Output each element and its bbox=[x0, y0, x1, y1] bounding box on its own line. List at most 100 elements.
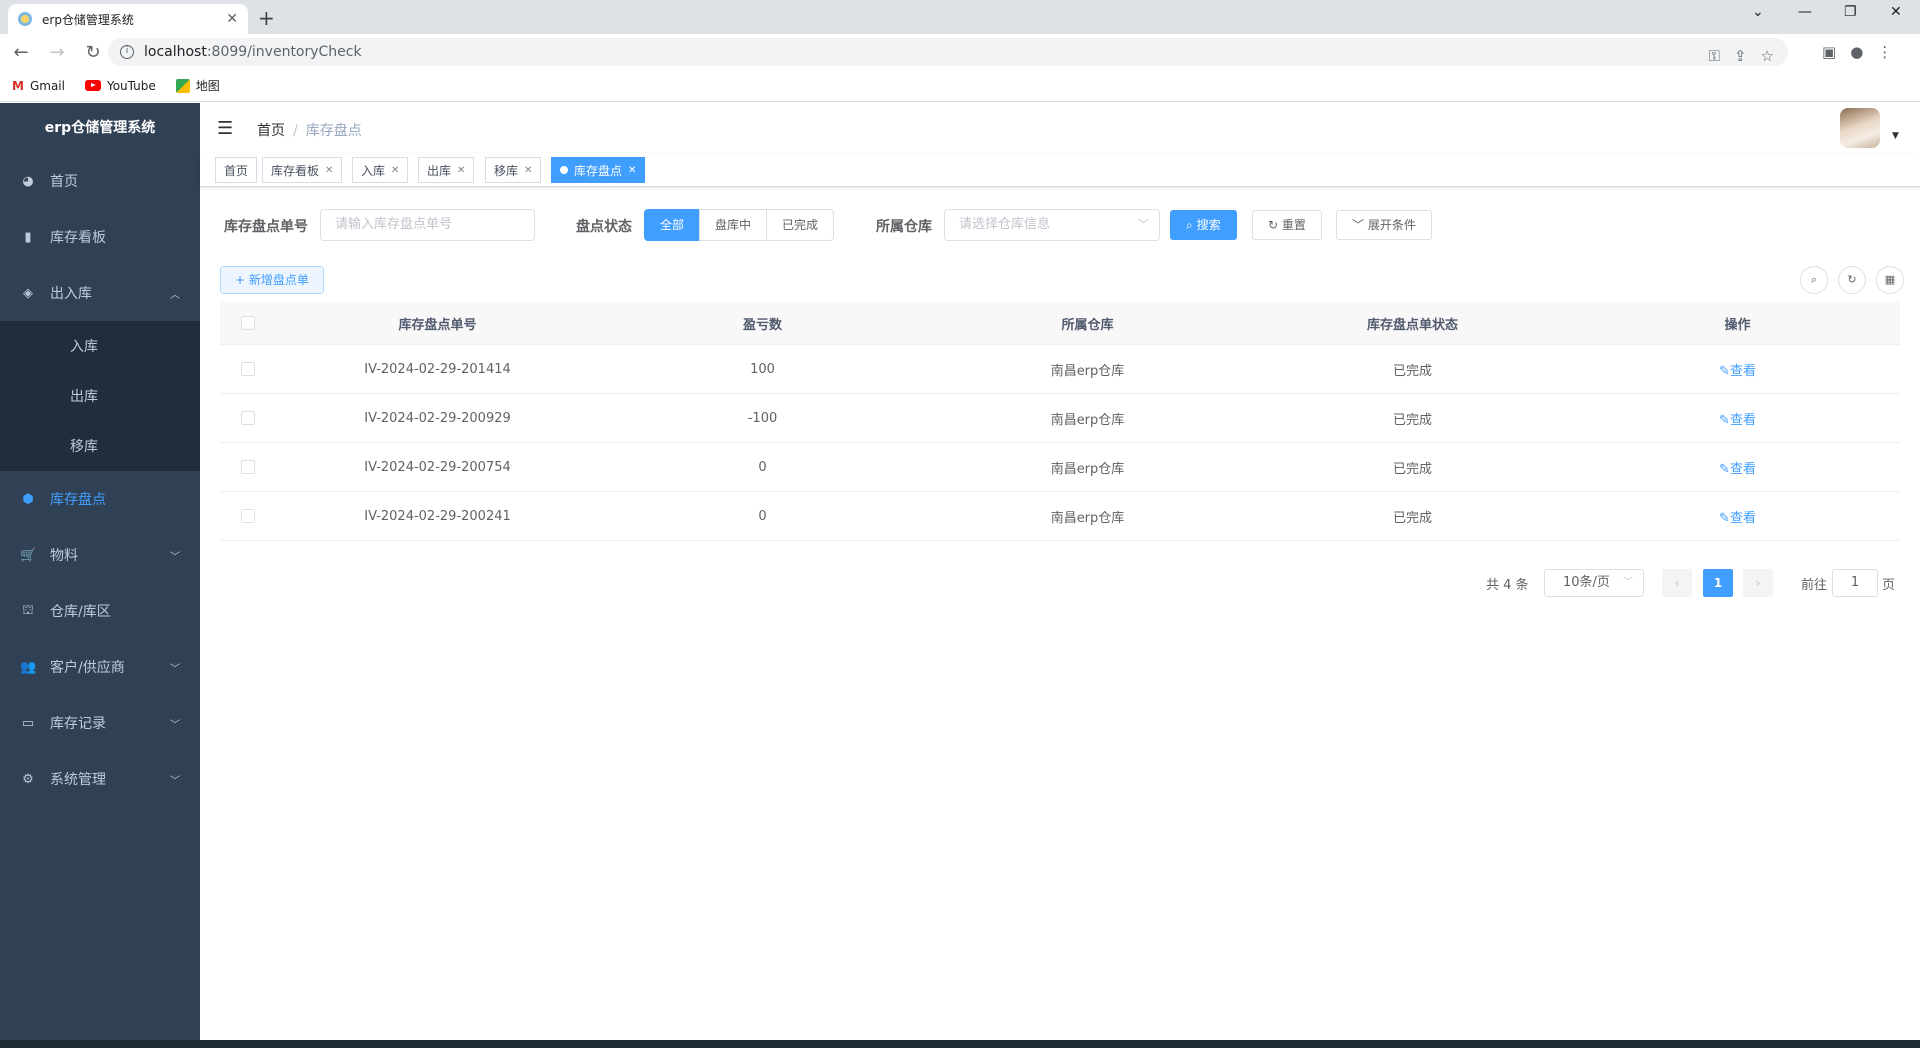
close-icon[interactable]: ✕ bbox=[325, 165, 333, 176]
tag-stock-board[interactable]: 库存看板 ✕ bbox=[262, 157, 343, 183]
tag-inbound[interactable]: 入库 ✕ bbox=[352, 157, 409, 183]
minimize-icon[interactable]: — bbox=[1798, 4, 1812, 20]
cell-warehouse: 南昌erp仓库 bbox=[1050, 510, 1125, 526]
sidebar-item-transfer[interactable]: 移库 bbox=[0, 421, 200, 471]
edit-icon: ✎ bbox=[1719, 461, 1730, 477]
next-page-button[interactable]: › bbox=[1743, 569, 1773, 597]
warehouse-select[interactable]: 请选择仓库信息 ﹀ bbox=[944, 209, 1160, 241]
bookmark-maps[interactable]: 地图 bbox=[175, 77, 220, 94]
view-button[interactable]: ✎查看 bbox=[1575, 458, 1900, 477]
header-actions: 操作 bbox=[1724, 317, 1751, 333]
status-option-done[interactable]: 已完成 bbox=[766, 209, 835, 241]
sidebar-item-in-out[interactable]: ◈ 出入库 ︿ bbox=[0, 265, 200, 321]
new-tab-icon[interactable]: + bbox=[258, 6, 275, 30]
close-icon[interactable]: ✕ bbox=[524, 165, 532, 176]
reset-button[interactable]: ↻ 重置 bbox=[1252, 210, 1322, 240]
bookmark-gmail[interactable]: M Gmail bbox=[12, 79, 65, 93]
row-checkbox[interactable] bbox=[240, 509, 255, 523]
window-close-icon[interactable]: ✕ bbox=[1890, 4, 1902, 20]
browser-tab[interactable]: erp仓储管理系统 ✕ bbox=[8, 4, 248, 34]
side-panel-icon[interactable]: ▣ bbox=[1822, 43, 1836, 61]
cell-status: 已完成 bbox=[1392, 461, 1432, 477]
tag-outbound[interactable]: 出库 ✕ bbox=[418, 157, 475, 183]
caret-down-icon[interactable]: ▼ bbox=[1892, 131, 1899, 141]
sidebar-item-inbound[interactable]: 入库 bbox=[0, 321, 200, 371]
sidebar-item-customers-suppliers[interactable]: 👥 客户/供应商 ﹀ bbox=[0, 639, 200, 695]
tab-title: erp仓储管理系统 bbox=[42, 12, 134, 27]
row-checkbox[interactable] bbox=[240, 362, 255, 376]
page-number-button[interactable]: 1 bbox=[1703, 569, 1733, 597]
tag-transfer[interactable]: 移库 ✕ bbox=[485, 157, 542, 183]
close-icon[interactable]: ✕ bbox=[457, 165, 465, 176]
expand-conditions-button[interactable]: ﹀ 展开条件 bbox=[1336, 210, 1432, 240]
url-text: localhost:8099/inventoryCheck bbox=[144, 44, 362, 60]
cart-icon: 🛒 bbox=[20, 547, 37, 563]
sidebar-item-warehouse[interactable]: ⛫ 仓库/库区 bbox=[0, 583, 200, 639]
add-check-button[interactable]: + 新增盘点单 bbox=[220, 266, 324, 294]
columns-button[interactable]: ▦ bbox=[1876, 266, 1904, 294]
edit-icon: ✎ bbox=[1719, 363, 1730, 379]
header-check-no: 库存盘点单号 bbox=[398, 317, 477, 333]
key-icon[interactable]: ⚿ bbox=[1709, 47, 1720, 65]
chevron-right-icon: › bbox=[1755, 576, 1761, 590]
row-checkbox[interactable] bbox=[240, 411, 255, 425]
refresh-button[interactable]: ↻ bbox=[1838, 266, 1866, 294]
chevron-up-icon: ︿ bbox=[170, 289, 180, 301]
close-tab-icon[interactable]: ✕ bbox=[226, 11, 238, 27]
gmail-icon: M bbox=[12, 78, 24, 93]
toggle-search-button[interactable]: ⌕ bbox=[1800, 266, 1828, 294]
bookmark-star-icon[interactable]: ☆ bbox=[1761, 47, 1774, 65]
plus-icon: + bbox=[235, 273, 246, 287]
breadcrumb-home[interactable]: 首页 bbox=[257, 123, 285, 139]
pagination-total: 共 4 条 bbox=[1486, 578, 1529, 593]
sidebar-item-system[interactable]: ⚙ 系统管理 ﹀ bbox=[0, 751, 200, 807]
sidebar-item-inventory-check[interactable]: ⬢ 库存盘点 bbox=[0, 471, 200, 527]
share-icon[interactable]: ⇪ bbox=[1734, 47, 1747, 65]
active-dot-icon bbox=[560, 166, 568, 174]
view-button[interactable]: ✎查看 bbox=[1575, 360, 1900, 379]
restore-icon[interactable]: ❐ bbox=[1844, 4, 1857, 20]
sidebar-item-home[interactable]: ◕ 首页 bbox=[0, 153, 200, 209]
header-status: 库存盘点单状态 bbox=[1366, 317, 1458, 333]
select-all-checkbox[interactable] bbox=[240, 316, 255, 330]
close-icon[interactable]: ✕ bbox=[391, 165, 399, 176]
sidebar-item-materials[interactable]: 🛒 物料 ﹀ bbox=[0, 527, 200, 583]
users-icon: 👥 bbox=[20, 659, 37, 675]
avatar[interactable] bbox=[1840, 108, 1880, 148]
search-button[interactable]: ⌕ 搜索 bbox=[1170, 210, 1237, 240]
page-size-select[interactable]: 10条/页 ﹀ bbox=[1544, 569, 1644, 597]
url-input[interactable]: i localhost:8099/inventoryCheck ⚿ ⇪ ☆ bbox=[108, 38, 1788, 66]
status-radio-group: 全部 盘库中 已完成 bbox=[644, 209, 835, 241]
back-icon[interactable]: ← bbox=[6, 42, 36, 63]
view-button[interactable]: ✎查看 bbox=[1575, 409, 1900, 428]
browser-tab-strip: erp仓储管理系统 ✕ + ⌄ — ❐ ✕ bbox=[0, 0, 1920, 34]
hamburger-icon[interactable]: ☰ bbox=[217, 118, 233, 139]
row-checkbox[interactable] bbox=[240, 460, 255, 474]
sidebar-item-stock-records[interactable]: ▭ 库存记录 ﹀ bbox=[0, 695, 200, 751]
sidebar-item-stock-board[interactable]: ▮ 库存看板 bbox=[0, 209, 200, 265]
profile-icon[interactable]: ● bbox=[1850, 43, 1863, 61]
site-info-icon[interactable]: i bbox=[120, 45, 134, 59]
cell-warehouse: 南昌erp仓库 bbox=[1050, 363, 1125, 379]
forward-icon[interactable]: → bbox=[42, 42, 72, 63]
check-no-input[interactable]: 请输入库存盘点单号 bbox=[320, 209, 535, 241]
tags-view: 首页 库存看板 ✕ 入库 ✕ 出库 ✕ 移库 ✕ 库存盘点 ✕ bbox=[200, 153, 1920, 187]
status-option-checking[interactable]: 盘库中 bbox=[699, 209, 768, 241]
monitor-icon: ▭ bbox=[21, 715, 35, 731]
chevron-down-icon: ﹀ bbox=[1623, 577, 1633, 588]
tag-inventory-check[interactable]: 库存盘点 ✕ bbox=[551, 157, 646, 183]
chevron-left-icon: ‹ bbox=[1674, 576, 1680, 590]
close-icon[interactable]: ✕ bbox=[628, 165, 636, 176]
status-option-all[interactable]: 全部 bbox=[644, 209, 701, 241]
menu-kebab-icon[interactable]: ⋮ bbox=[1877, 43, 1892, 61]
view-button[interactable]: ✎查看 bbox=[1575, 507, 1900, 526]
sidebar-item-outbound[interactable]: 出库 bbox=[0, 371, 200, 421]
breadcrumb: 首页 / 库存盘点 bbox=[257, 120, 362, 140]
reload-icon[interactable]: ↻ bbox=[78, 42, 108, 63]
prev-page-button[interactable]: ‹ bbox=[1662, 569, 1692, 597]
bookmark-youtube[interactable]: YouTube bbox=[84, 79, 156, 93]
tab-search-icon[interactable]: ⌄ bbox=[1752, 4, 1764, 20]
goto-page-input[interactable]: 1 bbox=[1832, 569, 1878, 597]
edit-icon: ✎ bbox=[1719, 510, 1730, 526]
tag-home[interactable]: 首页 bbox=[215, 157, 258, 183]
